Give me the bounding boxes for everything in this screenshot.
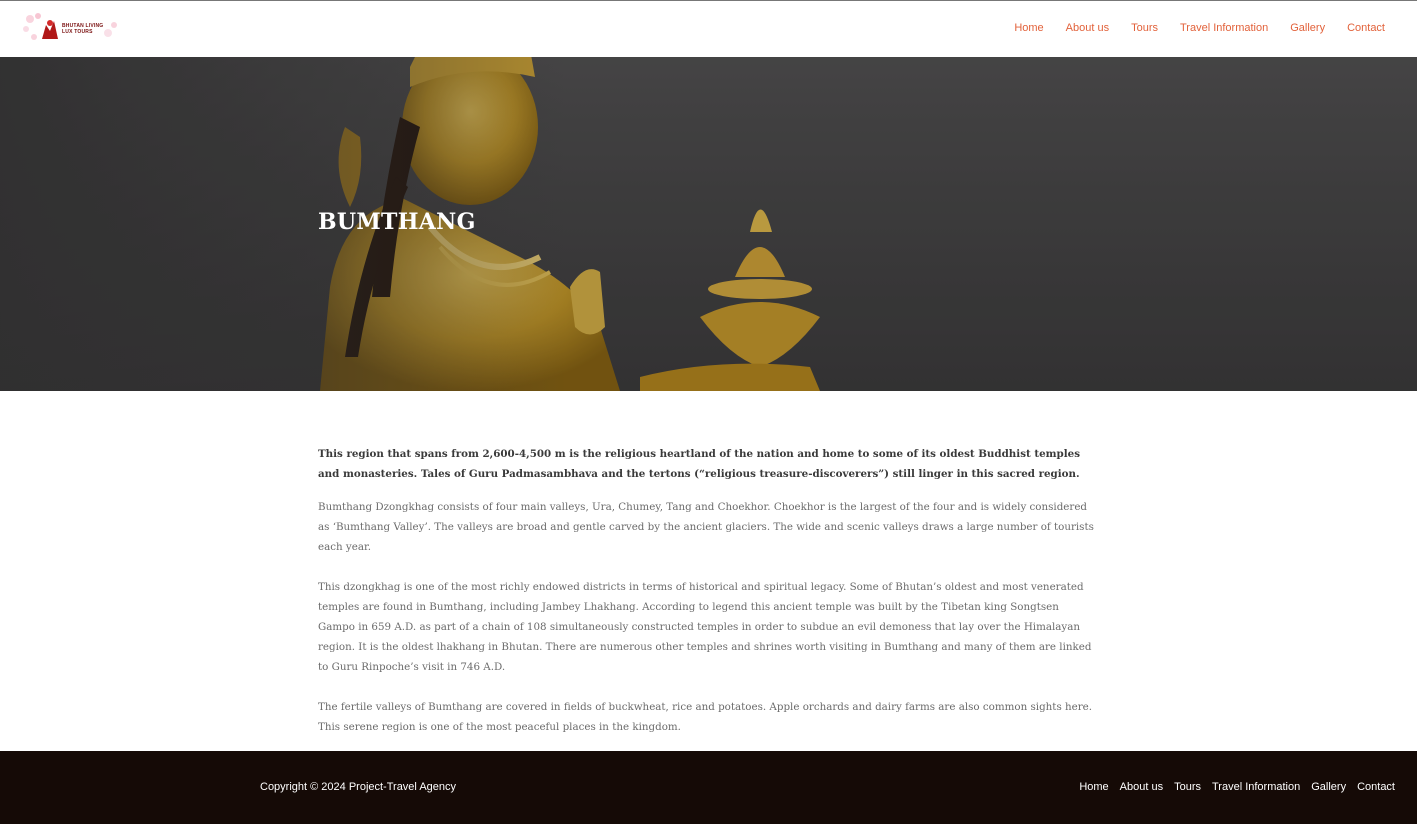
body-paragraph-valleys: Bumthang Dzongkhag consists of four main… <box>318 501 1094 553</box>
nav-travel-information[interactable]: Travel Information <box>1180 22 1268 34</box>
nav-contact[interactable]: Contact <box>1347 22 1385 34</box>
footer-nav-gallery[interactable]: Gallery <box>1311 781 1346 793</box>
intro-paragraph: This region that spans from 2,600-4,500 … <box>318 448 1080 480</box>
nav-home[interactable]: Home <box>1014 22 1043 34</box>
footer-nav-travel-information[interactable]: Travel Information <box>1212 781 1300 793</box>
site-footer: Copyright © 2024 Project-Travel Agency H… <box>0 751 1417 824</box>
nav-gallery[interactable]: Gallery <box>1290 22 1325 34</box>
footer-nav-home[interactable]: Home <box>1079 781 1108 793</box>
copyright-text: Copyright © 2024 Project-Travel Agency <box>260 781 457 793</box>
body-paragraph-agriculture: The fertile valleys of Bumthang are cove… <box>318 701 1093 733</box>
body-paragraph-history: This dzongkhag is one of the most richly… <box>318 581 1092 673</box>
hero-banner: BUMTHANG <box>0 57 1417 391</box>
site-header: BHUTAN LIVING LUX TOURS Home About us To… <box>0 0 1417 57</box>
main-nav: Home About us Tours Travel Information G… <box>1014 22 1385 34</box>
footer-nav-about-us[interactable]: About us <box>1120 781 1163 793</box>
nav-tours[interactable]: Tours <box>1131 22 1158 34</box>
article-content: This region that spans from 2,600-4,500 … <box>318 444 1099 757</box>
nav-about-us[interactable]: About us <box>1066 22 1109 34</box>
page-title: BUMTHANG <box>318 209 476 235</box>
logo-text: BHUTAN LIVING LUX TOURS <box>62 23 104 35</box>
footer-nav-contact[interactable]: Contact <box>1357 781 1395 793</box>
golden-statue-image <box>0 57 1417 391</box>
footer-nav: Home About us Tours Travel Information G… <box>1079 781 1395 793</box>
footer-nav-tours[interactable]: Tours <box>1174 781 1201 793</box>
site-logo[interactable]: BHUTAN LIVING LUX TOURS <box>20 11 118 41</box>
